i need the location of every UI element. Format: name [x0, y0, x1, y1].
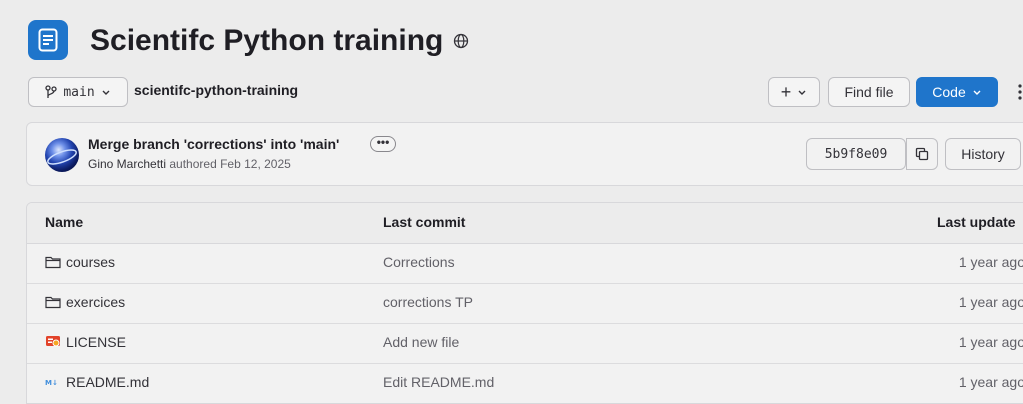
column-header-name: Name	[45, 214, 84, 230]
commit-sha: 5b9f8e09	[824, 146, 888, 162]
find-file-button[interactable]: Find file	[828, 77, 910, 107]
file-name-cell[interactable]: LICENSE	[45, 334, 126, 350]
table-row[interactable]: LICENSE Add new file 1 year ago	[27, 323, 1023, 364]
svg-text:M↓: M↓	[45, 379, 58, 387]
copy-sha-button[interactable]	[906, 138, 938, 170]
copy-icon	[915, 147, 929, 161]
code-button[interactable]: Code	[916, 77, 998, 107]
commit-meta: Gino Marchetti authored Feb 12, 2025	[88, 157, 291, 171]
markdown-icon: M↓	[45, 379, 58, 387]
table-row[interactable]: courses Corrections 1 year ago	[27, 243, 1023, 284]
project-title: Scientifc Python training	[90, 24, 444, 57]
branch-selector[interactable]: main	[28, 77, 128, 107]
history-button[interactable]: History	[945, 138, 1021, 170]
code-label: Code	[932, 84, 966, 100]
add-button[interactable]: +	[768, 77, 820, 107]
commit-message[interactable]: Merge branch 'corrections' into 'main'	[88, 136, 339, 152]
table-row[interactable]: M↓ README.md Edit README.md 1 year ago	[27, 363, 1023, 403]
column-header-last-update: Last update	[937, 214, 1016, 230]
globe-icon[interactable]	[453, 33, 469, 49]
file-name[interactable]: LICENSE	[66, 334, 126, 350]
file-name[interactable]: exercices	[66, 294, 125, 310]
toggle-commit-description-button[interactable]: •••	[370, 136, 396, 152]
plus-icon: +	[780, 81, 792, 102]
file-name[interactable]: courses	[66, 254, 115, 270]
more-actions-icon[interactable]	[1017, 82, 1023, 102]
document-icon	[38, 28, 58, 52]
chevron-down-icon	[973, 90, 981, 95]
file-name-cell[interactable]: exercices	[45, 294, 125, 310]
license-icon	[46, 336, 60, 347]
commit-author[interactable]: Gino Marchetti	[88, 157, 166, 171]
branch-name: main	[63, 84, 95, 100]
commit-link[interactable]: Edit README.md	[383, 374, 494, 390]
table-row[interactable]: exercices corrections TP 1 year ago	[27, 283, 1023, 324]
table-header: Name Last commit Last update	[27, 203, 1023, 244]
file-table: Name Last commit Last update courses Cor…	[26, 202, 1023, 404]
commit-link[interactable]: corrections TP	[383, 294, 473, 310]
branch-icon	[45, 85, 57, 98]
commit-date: Feb 12, 2025	[220, 157, 291, 171]
find-file-label: Find file	[844, 84, 894, 100]
history-label: History	[961, 146, 1005, 162]
last-update: 1 year ago	[958, 334, 1023, 350]
last-update: 1 year ago	[958, 374, 1023, 390]
commit-link[interactable]: Corrections	[383, 254, 455, 270]
avatar-image	[47, 149, 77, 165]
file-name-cell[interactable]: courses	[45, 254, 115, 270]
folder-icon	[45, 256, 61, 269]
last-update: 1 year ago	[958, 254, 1023, 270]
commit-sha-button[interactable]: 5b9f8e09	[806, 138, 906, 170]
chevron-down-icon	[798, 90, 806, 95]
file-name[interactable]: README.md	[66, 374, 149, 390]
folder-icon	[45, 296, 61, 309]
project-avatar[interactable]	[28, 20, 68, 60]
authored-text: authored	[169, 157, 217, 171]
chevron-down-icon	[102, 90, 110, 95]
file-name-cell[interactable]: M↓ README.md	[45, 374, 149, 390]
page-title: Scientifc Python training	[90, 22, 469, 60]
avatar[interactable]	[45, 138, 79, 172]
breadcrumb-path[interactable]: scientifc-python-training	[134, 82, 298, 98]
commit-link[interactable]: Add new file	[383, 334, 459, 350]
last-update: 1 year ago	[958, 294, 1023, 310]
column-header-last-commit: Last commit	[383, 214, 466, 230]
